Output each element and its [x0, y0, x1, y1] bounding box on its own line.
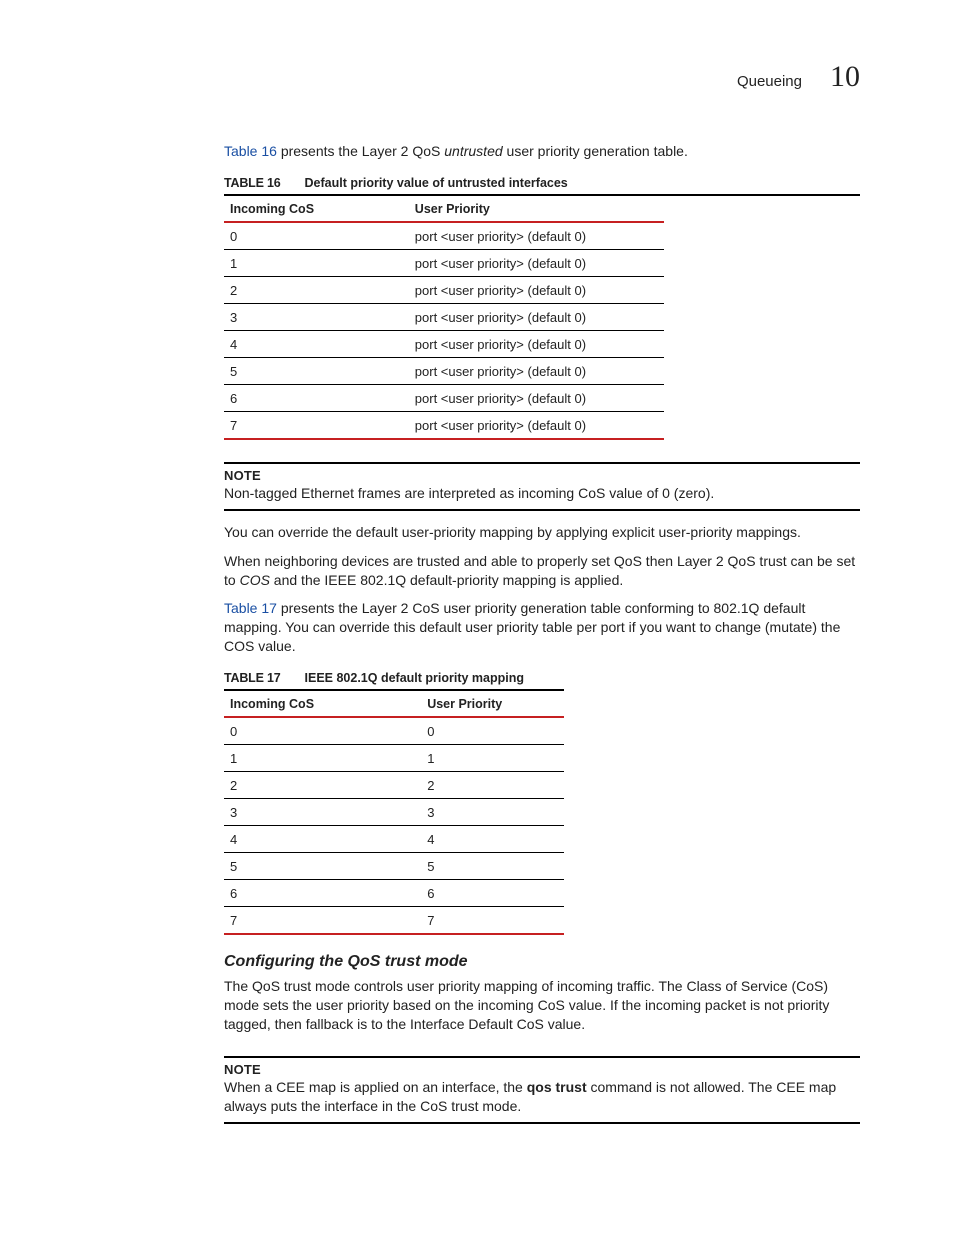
- table-row: 2port <user priority> (default 0): [224, 276, 664, 303]
- running-header: Queueing 10: [224, 60, 860, 94]
- inline-command-qos-trust: qos trust: [527, 1079, 587, 1095]
- text: presents the Layer 2 QoS: [277, 143, 444, 159]
- table-cell: 2: [224, 276, 409, 303]
- paragraph-override: You can override the default user-priori…: [224, 523, 860, 542]
- table-cell: 7: [224, 907, 421, 935]
- header-chapter-number: 10: [830, 60, 860, 94]
- table17: Incoming CoS User Priority 0011223344556…: [224, 691, 564, 935]
- table-cell: 3: [421, 799, 564, 826]
- table-cell: 5: [421, 853, 564, 880]
- table-cell: 7: [421, 907, 564, 935]
- table16-caption: Default priority value of untrusted inte…: [305, 176, 568, 190]
- text: user priority generation table.: [503, 143, 688, 159]
- table-cell: 2: [421, 772, 564, 799]
- table-cell: 3: [224, 303, 409, 330]
- table17-col2-header: User Priority: [421, 691, 564, 717]
- table-cell: 5: [224, 853, 421, 880]
- page: Queueing 10 Table 16 presents the Layer …: [0, 0, 954, 1235]
- table-cell: 6: [224, 384, 409, 411]
- table16-xref[interactable]: Table 16: [224, 143, 277, 159]
- table16-col1-header: Incoming CoS: [224, 196, 409, 222]
- table-cell: 3: [224, 799, 421, 826]
- table-row: 55: [224, 853, 564, 880]
- table-cell: 0: [224, 717, 421, 745]
- table17-title: TABLE 17 IEEE 802.1Q default priority map…: [224, 670, 564, 691]
- table-cell: 0: [224, 222, 409, 250]
- table17-body: 0011223344556677: [224, 717, 564, 934]
- table-row: 22: [224, 772, 564, 799]
- table-row: 0port <user priority> (default 0): [224, 222, 664, 250]
- table-row: 11: [224, 745, 564, 772]
- table-cell: 2: [224, 772, 421, 799]
- note2-label: NOTE: [224, 1062, 860, 1077]
- table-cell: 1: [421, 745, 564, 772]
- table-cell: 1: [224, 249, 409, 276]
- table-cell: 0: [421, 717, 564, 745]
- table-row: 3port <user priority> (default 0): [224, 303, 664, 330]
- table16: Incoming CoS User Priority 0port <user p…: [224, 196, 664, 440]
- intro-paragraph: Table 16 presents the Layer 2 QoS untrus…: [224, 142, 860, 161]
- table-cell: 6: [224, 880, 421, 907]
- table-row: 33: [224, 799, 564, 826]
- table-cell: 4: [224, 826, 421, 853]
- text: and the IEEE 802.1Q default-priority map…: [270, 572, 623, 588]
- table17-label: TABLE 17: [224, 671, 281, 685]
- note1-label: NOTE: [224, 468, 860, 483]
- note1-body: Non-tagged Ethernet frames are interpret…: [224, 484, 860, 503]
- table-row: 1port <user priority> (default 0): [224, 249, 664, 276]
- note2-block: NOTE When a CEE map is applied on an int…: [224, 1056, 860, 1124]
- table-row: 00: [224, 717, 564, 745]
- table-row: 4port <user priority> (default 0): [224, 330, 664, 357]
- table16-title: TABLE 16 Default priority value of untrus…: [224, 175, 860, 196]
- italic-cos: COS: [240, 572, 270, 588]
- paragraph-table17-intro: Table 17 presents the Layer 2 CoS user p…: [224, 599, 860, 656]
- table-cell: port <user priority> (default 0): [409, 357, 664, 384]
- table-row: 44: [224, 826, 564, 853]
- note1-block: NOTE Non-tagged Ethernet frames are inte…: [224, 462, 860, 511]
- table-row: 6port <user priority> (default 0): [224, 384, 664, 411]
- italic-untrusted: untrusted: [444, 143, 502, 159]
- table-cell: 4: [421, 826, 564, 853]
- table-row: 5port <user priority> (default 0): [224, 357, 664, 384]
- table16-body: 0port <user priority> (default 0)1port <…: [224, 222, 664, 439]
- table16-col2-header: User Priority: [409, 196, 664, 222]
- table-cell: port <user priority> (default 0): [409, 330, 664, 357]
- table-cell: port <user priority> (default 0): [409, 276, 664, 303]
- table-cell: port <user priority> (default 0): [409, 222, 664, 250]
- table17-col1-header: Incoming CoS: [224, 691, 421, 717]
- table-row: 77: [224, 907, 564, 935]
- table-row: 66: [224, 880, 564, 907]
- table-cell: port <user priority> (default 0): [409, 303, 664, 330]
- table-cell: 5: [224, 357, 409, 384]
- table16-label: TABLE 16: [224, 176, 281, 190]
- table-cell: port <user priority> (default 0): [409, 249, 664, 276]
- table-cell: 4: [224, 330, 409, 357]
- paragraph-trust: When neighboring devices are trusted and…: [224, 552, 860, 590]
- table-row: 7port <user priority> (default 0): [224, 411, 664, 439]
- table-cell: port <user priority> (default 0): [409, 384, 664, 411]
- table17-xref[interactable]: Table 17: [224, 600, 277, 616]
- text: When a CEE map is applied on an interfac…: [224, 1079, 527, 1095]
- note2-body: When a CEE map is applied on an interfac…: [224, 1078, 860, 1116]
- table-cell: port <user priority> (default 0): [409, 411, 664, 439]
- table-cell: 1: [224, 745, 421, 772]
- text: presents the Layer 2 CoS user priority g…: [224, 600, 840, 654]
- table-cell: 7: [224, 411, 409, 439]
- table-cell: 6: [421, 880, 564, 907]
- header-section: Queueing: [737, 73, 802, 90]
- subheading-qos-trust: Configuring the QoS trust mode: [224, 953, 860, 971]
- table17-caption: IEEE 802.1Q default priority mapping: [305, 671, 525, 685]
- paragraph-qos-trust-desc: The QoS trust mode controls user priorit…: [224, 977, 860, 1034]
